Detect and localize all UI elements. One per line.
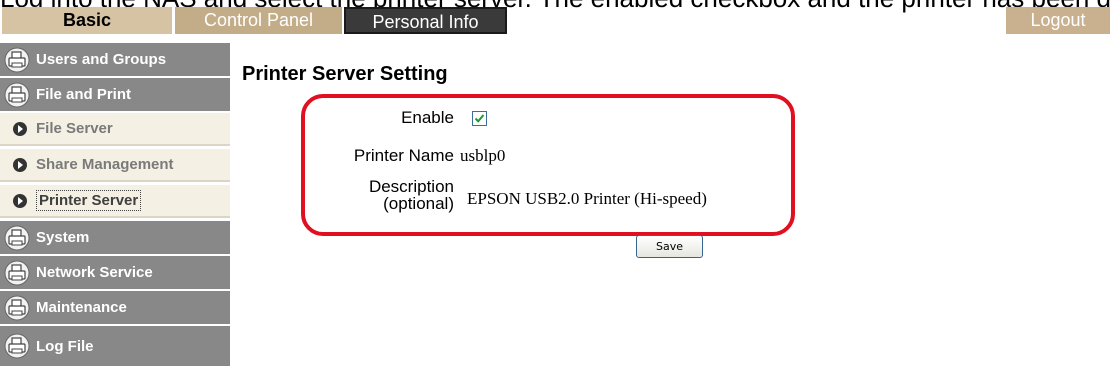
sidebar-item-printer-server[interactable]: Printer Server	[0, 185, 230, 218]
page-title: Printer Server Setting	[242, 63, 448, 85]
sidebar-item-label: Log File	[36, 337, 94, 355]
sidebar-item-label: Maintenance	[36, 299, 127, 316]
sidebar-item-maintenance[interactable]: Maintenance	[0, 291, 230, 324]
sidebar-item-log-file[interactable]: Log File	[0, 326, 230, 366]
enable-checkbox[interactable]	[472, 111, 487, 126]
tab-basic[interactable]: Basic	[2, 7, 172, 34]
logout-button[interactable]: Logout	[1006, 7, 1110, 34]
printer-name-label: Printer Name	[353, 146, 454, 165]
checkmark-icon	[474, 114, 485, 123]
sidebar-item-users-and-groups[interactable]: Users and Groups	[0, 43, 230, 76]
description-label-optional: (optional)	[383, 194, 454, 213]
sidebar-item-network-service[interactable]: Network Service	[0, 256, 230, 289]
printer-icon	[4, 260, 30, 285]
sidebar-item-label: System	[36, 229, 90, 246]
sidebar-item-label: Users and Groups	[36, 51, 167, 68]
sidebar-item-label: Share Management	[36, 156, 174, 173]
description-label-line: Description	[368, 177, 454, 196]
arrow-right-icon	[13, 157, 27, 172]
arrow-right-icon	[13, 121, 27, 136]
description-value: EPSON USB2.0 Printer (Hi-speed)	[467, 189, 707, 208]
tab-personal-info[interactable]: Personal Info	[344, 7, 507, 34]
tab-control-panel[interactable]: Control Panel	[175, 7, 342, 34]
sidebar-item-label: Network Service	[36, 264, 153, 281]
enable-label: Enable	[401, 108, 454, 127]
arrow-right-icon	[13, 193, 27, 208]
sidebar-item-share-management[interactable]: Share Management	[0, 149, 230, 182]
printer-icon	[4, 333, 30, 359]
description-label: Description (optional)	[300, 178, 454, 212]
printer-icon	[4, 295, 30, 320]
sidebar-item-label: File Server	[36, 120, 113, 137]
printer-icon	[4, 225, 30, 250]
printer-icon	[4, 47, 30, 72]
sidebar: Users and Groups File and Print File Ser…	[0, 43, 230, 383]
printer-name-value: usblp0	[460, 146, 506, 165]
sidebar-item-file-server[interactable]: File Server	[0, 113, 230, 146]
printer-icon	[4, 82, 30, 107]
save-button[interactable]: Save	[636, 235, 703, 258]
sidebar-item-system[interactable]: System	[0, 221, 230, 254]
sidebar-item-label: File and Print	[36, 86, 132, 103]
sidebar-item-label: Printer Server	[36, 190, 142, 211]
sidebar-item-file-and-print[interactable]: File and Print	[0, 78, 230, 111]
